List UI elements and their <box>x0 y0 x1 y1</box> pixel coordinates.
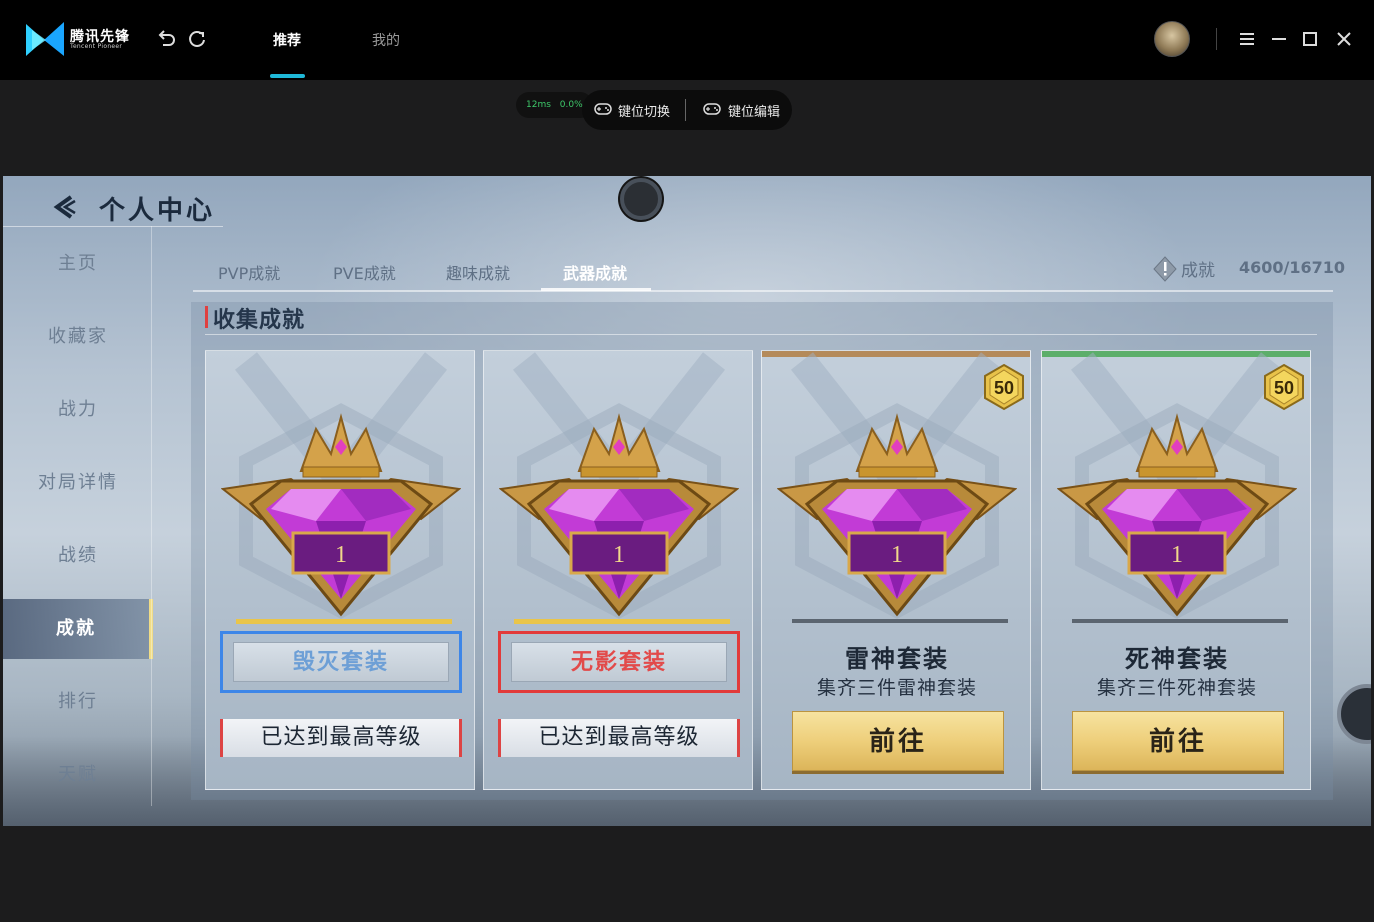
key-switch-button[interactable]: 键位切换 <box>618 101 670 120</box>
tab-pvp[interactable]: PVP成就 <box>218 260 280 284</box>
achievement-card[interactable]: 50 1 死神套装 集齐三件死神套装 前往 <box>1041 350 1311 790</box>
logo-subtext: Tencent Pioneer <box>70 43 123 50</box>
level-badge-value: 50 <box>1274 378 1294 398</box>
status-label: 已达到最高等级 <box>498 719 740 757</box>
refresh-icon[interactable] <box>186 28 208 50</box>
maximize-icon[interactable] <box>1299 28 1321 50</box>
achievement-count: 4600/16710 <box>1239 258 1346 277</box>
medal-level: 1 <box>891 542 903 568</box>
level-bar <box>792 619 1008 623</box>
side-item-power[interactable]: 战力 <box>3 380 153 440</box>
ping-value: 12ms <box>526 100 551 110</box>
tab-fun[interactable]: 趣味成就 <box>446 260 510 284</box>
menu-icon[interactable] <box>1236 28 1258 50</box>
achievement-card[interactable]: 1 无影套装 已达到最高等级 <box>483 350 753 790</box>
side-item-collector[interactable]: 收藏家 <box>3 307 153 367</box>
undo-icon[interactable] <box>155 28 177 50</box>
medal-icon: 1 <box>221 413 461 617</box>
medal-level: 1 <box>335 542 347 568</box>
suit-name: 雷神套装 <box>845 645 949 673</box>
side-item-achievements[interactable]: 成就 <box>3 599 153 659</box>
side-item-home[interactable]: 主页 <box>3 234 153 294</box>
divider <box>205 334 1317 335</box>
page-title: 个人中心 <box>99 196 216 226</box>
status-label: 已达到最高等级 <box>220 719 462 757</box>
close-icon[interactable] <box>1333 28 1355 50</box>
tab-active-indicator <box>541 288 651 291</box>
go-button[interactable]: 前往 <box>1072 711 1284 771</box>
title-accent <box>205 306 208 328</box>
section-title: 收集成就 <box>213 308 306 333</box>
floating-ball-button[interactable] <box>620 178 662 220</box>
logo-icon <box>26 22 64 56</box>
tab-weapon[interactable]: 武器成就 <box>563 260 627 284</box>
level-bar <box>1072 619 1288 623</box>
level-badge-icon: 50 <box>984 363 1024 411</box>
suit-name-frame: 无影套装 <box>498 631 740 693</box>
divider <box>151 226 152 806</box>
divider <box>685 99 686 121</box>
side-item-talent[interactable]: 天赋 <box>3 745 153 805</box>
back-arrow-icon[interactable] <box>49 192 79 222</box>
tab-pve[interactable]: PVE成就 <box>333 260 396 284</box>
key-edit-button[interactable]: 键位编辑 <box>728 101 780 120</box>
minimize-icon[interactable] <box>1268 28 1290 50</box>
loss-value: 0.0% <box>559 100 583 110</box>
scroll-right-button[interactable] <box>1337 684 1371 744</box>
tab-recommend[interactable]: 推荐 <box>273 30 301 50</box>
tab-active-indicator <box>270 74 305 78</box>
side-item-records[interactable]: 战绩 <box>3 526 153 586</box>
medal-icon: 1 <box>777 413 1017 617</box>
medal-level: 1 <box>1171 542 1183 568</box>
app-window: 腾讯先锋 Tencent Pioneer 推荐 我的 12ms 0.0% 键位切… <box>0 0 1374 922</box>
side-item-match-details[interactable]: 对局详情 <box>3 453 153 513</box>
suit-name: 毁灭套装 <box>233 642 449 682</box>
suit-name: 无影套装 <box>511 642 727 682</box>
suit-name-frame: 毁灭套装 <box>220 631 462 693</box>
tab-mine[interactable]: 我的 <box>372 30 400 50</box>
avatar[interactable] <box>1154 21 1190 57</box>
suit-description: 集齐三件死神套装 <box>1096 677 1257 699</box>
key-mapping-toolbar: 键位切换 键位编辑 <box>582 90 792 130</box>
game-viewport: 个人中心 主页 收藏家 战力 对局详情 战绩 成就 排行 天赋 PVP成就 PV… <box>3 176 1371 826</box>
achievement-card[interactable]: 50 1 雷神套装 集齐三件雷神套装 前往 <box>761 350 1031 790</box>
divider <box>193 290 1333 292</box>
suit-name: 死神套装 <box>1125 645 1229 673</box>
network-status: 12ms 0.0% <box>516 92 593 118</box>
medal-icon: 1 <box>1057 413 1297 617</box>
achievement-label: 成就 <box>1181 261 1215 281</box>
side-item-ranking[interactable]: 排行 <box>3 672 153 732</box>
medal-icon: 1 <box>499 413 739 617</box>
app-logo[interactable]: 腾讯先锋 Tencent Pioneer <box>24 20 132 60</box>
level-badge-icon: 50 <box>1264 363 1304 411</box>
achievement-tabs: PVP成就 PVE成就 趣味成就 武器成就 成就 4600/16710 <box>193 256 1345 292</box>
level-bar <box>514 619 730 624</box>
go-button[interactable]: 前往 <box>792 711 1004 771</box>
achievement-card[interactable]: 1 毁灭套装 已达到最高等级 <box>205 350 475 790</box>
divider <box>1216 28 1217 50</box>
side-menu: 主页 收藏家 战力 对局详情 战绩 成就 排行 天赋 <box>3 226 153 806</box>
gamepad-icon <box>703 103 721 115</box>
collection-panel: 收集成就 1 毁灭套装 已达到最高等级 1 无影套装 已达到最高等级 50 1 … <box>191 302 1333 800</box>
medal-level: 1 <box>613 542 625 568</box>
level-badge-value: 50 <box>994 378 1014 398</box>
title-bar: 腾讯先锋 Tencent Pioneer 推荐 我的 <box>0 0 1374 80</box>
suit-description: 集齐三件雷神套装 <box>816 677 977 699</box>
level-bar <box>236 619 452 624</box>
gamepad-icon <box>594 103 612 115</box>
achievement-icon <box>1153 256 1177 282</box>
